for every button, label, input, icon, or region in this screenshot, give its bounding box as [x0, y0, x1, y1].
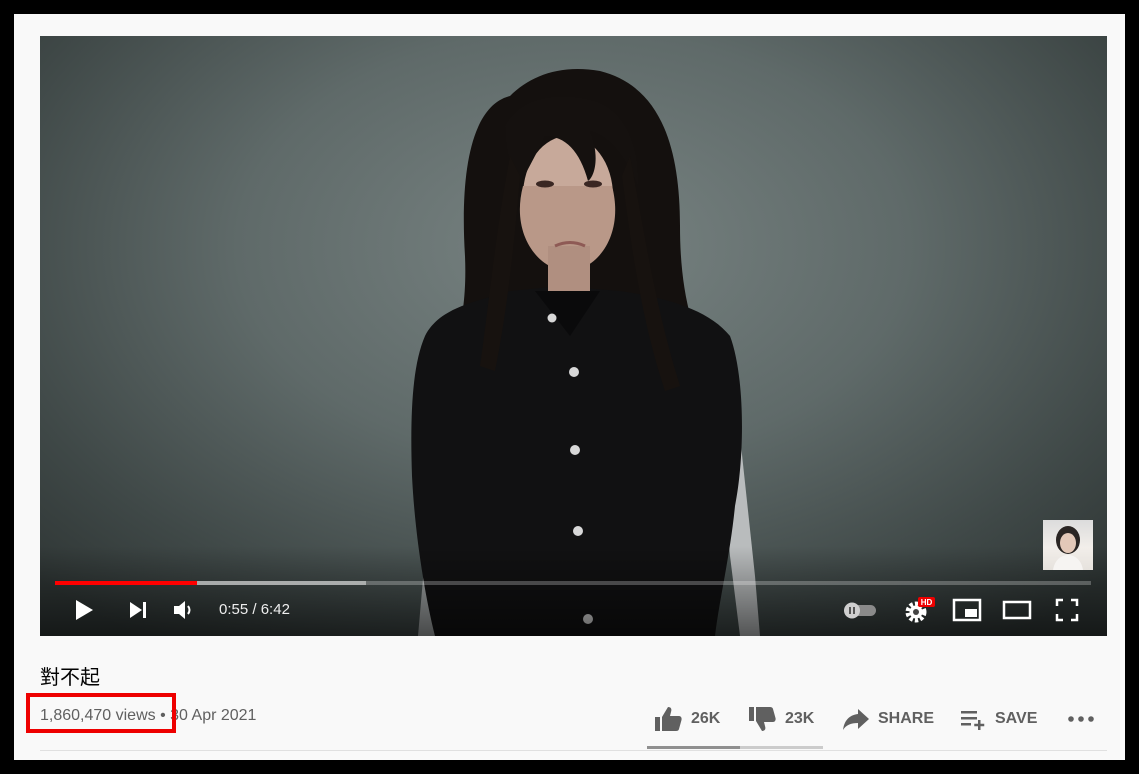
thumbs-down-icon	[749, 707, 776, 731]
miniplayer-icon	[952, 598, 982, 622]
like-count: 26K	[691, 710, 721, 727]
hd-badge: HD	[921, 598, 933, 607]
add-to-playlist-icon	[961, 711, 985, 730]
next-button[interactable]	[122, 592, 154, 628]
miniplayer-button[interactable]	[949, 592, 985, 628]
endcard-thumbnail[interactable]	[1043, 520, 1093, 570]
fullscreen-button[interactable]	[1049, 592, 1085, 628]
video-player[interactable]: 0:55 / 6:42 HD	[40, 36, 1107, 636]
views-highlight-box	[26, 693, 176, 733]
more-actions-button[interactable]	[1067, 697, 1103, 741]
share-icon	[843, 709, 869, 730]
play-button[interactable]	[68, 592, 100, 628]
time-total: 6:42	[260, 601, 290, 618]
page-frame: 0:55 / 6:42 HD 對不起 1,860,470 views • 30 …	[14, 14, 1125, 760]
video-title: 對不起	[40, 665, 100, 689]
share-button[interactable]: SHARE	[842, 697, 934, 741]
progress-bar[interactable]	[55, 581, 1091, 585]
progress-played	[55, 581, 197, 585]
fullscreen-icon	[1055, 598, 1079, 622]
divider	[40, 750, 1107, 751]
theater-button[interactable]	[999, 592, 1035, 628]
autoplay-toggle[interactable]	[840, 592, 880, 628]
time-separator: /	[248, 601, 261, 618]
like-button[interactable]: 26K	[653, 697, 720, 741]
more-horizontal-icon	[1068, 716, 1094, 722]
sentiment-likes	[647, 746, 741, 749]
dislike-count: 23K	[785, 710, 815, 727]
play-icon	[76, 600, 93, 620]
save-label: SAVE	[995, 710, 1038, 727]
volume-button[interactable]	[168, 592, 200, 628]
upload-date: 30 Apr 2021	[170, 707, 257, 724]
save-button[interactable]: SAVE	[959, 697, 1037, 741]
thumbs-up-icon	[655, 707, 682, 731]
time-display: 0:55 / 6:42	[219, 592, 290, 628]
gear-icon: HD	[905, 597, 935, 623]
volume-icon	[174, 601, 191, 619]
time-current: 0:55	[219, 601, 249, 618]
next-icon	[130, 602, 146, 618]
share-label: SHARE	[878, 710, 935, 727]
sentiment-bar	[647, 746, 823, 749]
dislike-button[interactable]: 23K	[747, 697, 814, 741]
theater-icon	[1002, 600, 1032, 620]
autoplay-toggle-icon	[844, 602, 876, 619]
settings-button[interactable]: HD	[900, 592, 936, 628]
player-controls: 0:55 / 6:42 HD	[40, 592, 1107, 628]
